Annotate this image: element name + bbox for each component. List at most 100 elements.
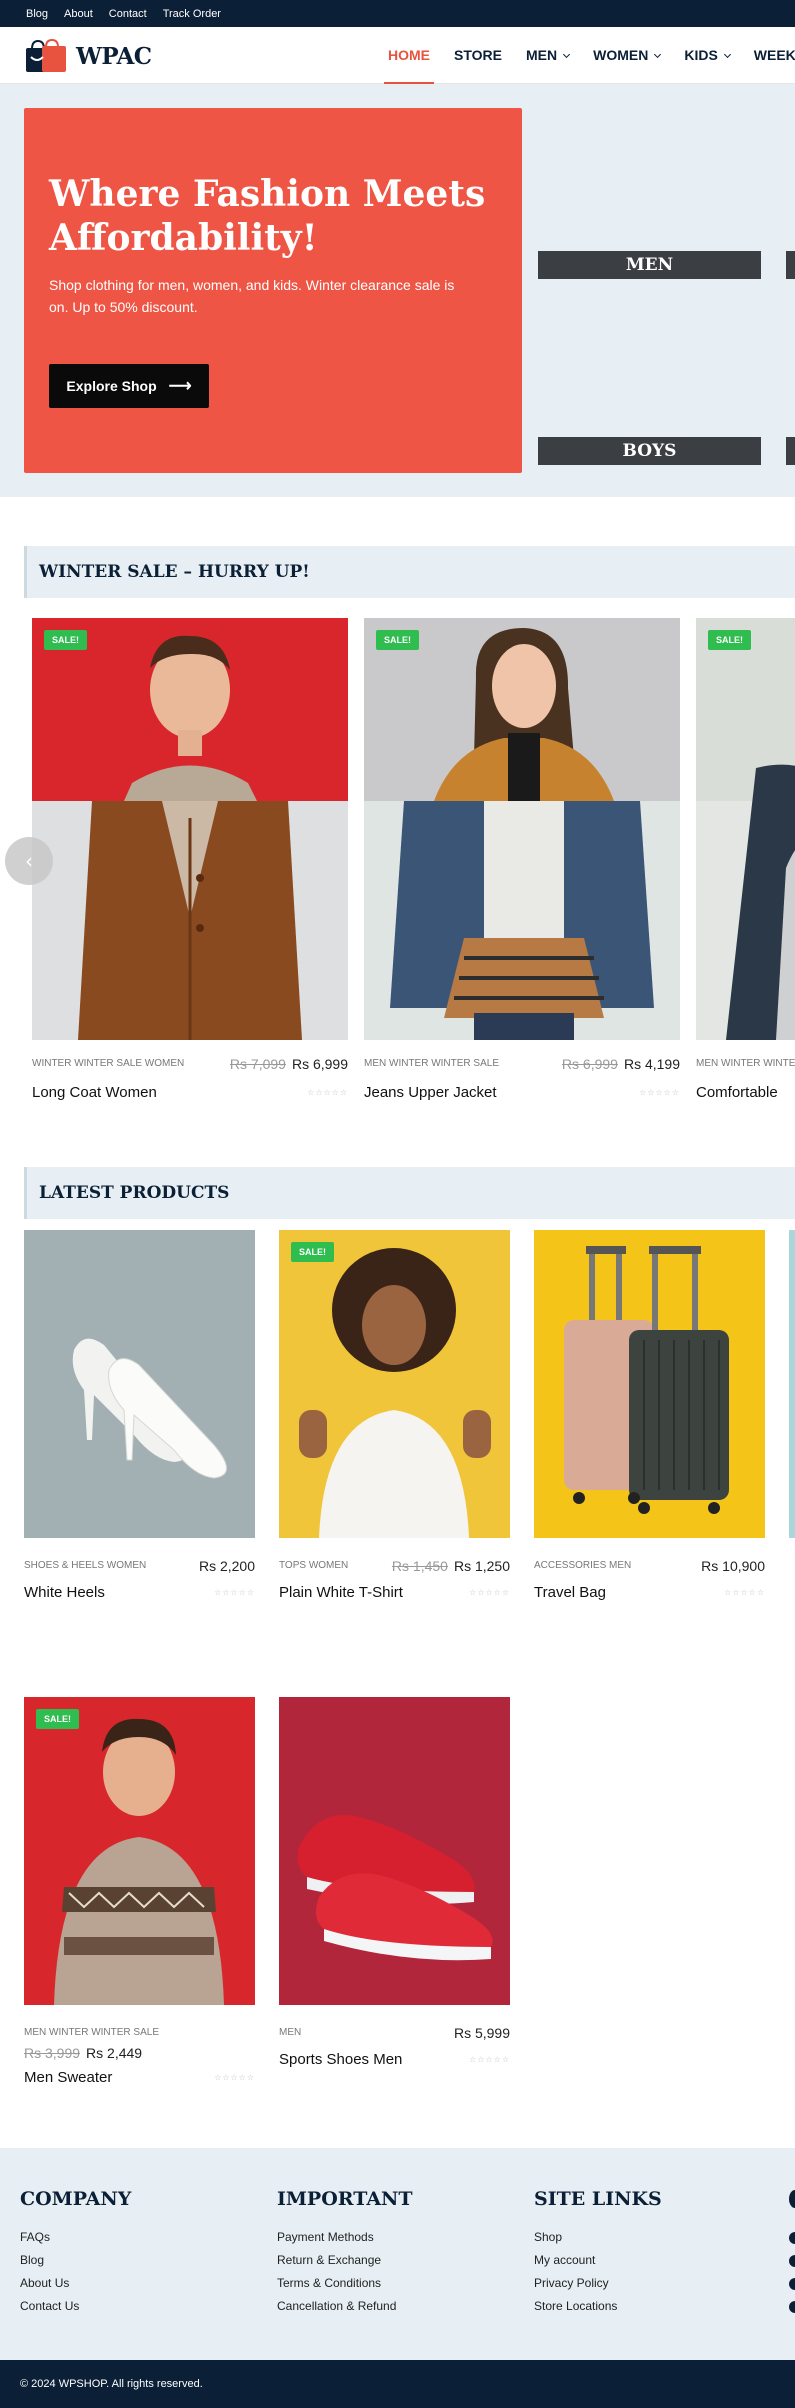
product-categories[interactable]: MEN [279, 2027, 301, 2038]
sale-badge: SALE! [44, 630, 87, 650]
current-price: Rs 2,200 [198, 1558, 255, 1574]
product-name[interactable]: Jeans Upper Jacket [364, 1084, 497, 1101]
nav-weekly[interactable]: WEEKLY S [754, 27, 795, 84]
shopping-bag-logo-icon [26, 39, 66, 72]
product-card[interactable]: SALE! MEN WINTER WINTER Comfortable [696, 618, 795, 1108]
footer-column-site-links: SITE LINKS Shop My account Privacy Polic… [534, 2188, 662, 2318]
product-name[interactable]: White Heels [24, 1584, 105, 1601]
product-categories[interactable]: SHOES & HEELS WOMEN [24, 1560, 146, 1571]
footer-column-important: IMPORTANT Payment Methods Return & Excha… [277, 2188, 413, 2318]
old-price: Rs 1,450 [391, 1558, 448, 1574]
product-image[interactable] [24, 1230, 255, 1538]
social-icon[interactable] [789, 2232, 795, 2244]
category-men[interactable]: MEN [538, 251, 761, 279]
topbar-link-blog[interactable]: Blog [26, 8, 48, 20]
product-categories[interactable]: MEN WINTER WINTER [696, 1058, 795, 1069]
old-price: Rs 3,999 [24, 2045, 81, 2061]
site-logo[interactable]: WPAC [24, 39, 152, 73]
product-image[interactable]: SALE! [279, 1230, 510, 1538]
product-name[interactable]: Plain White T-Shirt [279, 1584, 403, 1601]
product-card[interactable]: SHOES & HEELS WOMEN Rs 2,200 White Heels… [24, 1230, 255, 1610]
site-header: WPAC HOME STORE MEN WOMEN KIDS WEEKLY S [0, 27, 795, 84]
product-card[interactable]: ACCESSORIES MEN Rs 10,900 Travel Bag ☆☆☆… [534, 1230, 765, 1610]
category-edge-label[interactable] [786, 437, 795, 465]
product-card[interactable] [789, 1230, 795, 1650]
rating-stars: ☆☆☆☆☆ [214, 2073, 255, 2082]
product-card[interactable]: MEN Rs 5,999 Sports Shoes Men ☆☆☆☆☆ [279, 1697, 510, 2077]
nav-home[interactable]: HOME [384, 27, 434, 84]
nav-women-label: WOMEN [593, 47, 649, 63]
social-icon[interactable] [789, 2255, 795, 2267]
topbar-link-contact[interactable]: Contact [109, 8, 147, 20]
product-image[interactable]: SALE! [24, 1697, 255, 2005]
footer-link[interactable]: Payment Methods [277, 2226, 413, 2249]
latest-products-title: LATEST PRODUCTS [24, 1167, 795, 1219]
hero-section: Where Fashion Meets Affordability! Shop … [0, 84, 795, 497]
product-card[interactable]: SALE! WINTER WINTER SALE WOMEN Rs 7,099 R… [32, 618, 348, 1108]
product-card[interactable]: SALE! MEN WINTER WINTER SALE Rs 6,999 Rs … [364, 618, 680, 1108]
product-name[interactable]: Travel Bag [534, 1584, 606, 1601]
nav-women[interactable]: WOMEN [593, 27, 662, 84]
product-categories[interactable]: WINTER WINTER SALE WOMEN [32, 1058, 184, 1069]
product-card[interactable]: SALE! TOPS WOMEN Rs 1,450 Rs 1,250 Plain … [279, 1230, 510, 1610]
main-nav: HOME STORE MEN WOMEN KIDS WEEKLY S [384, 27, 795, 84]
hero-subtitle: Shop clothing for men, women, and kids. … [49, 277, 455, 315]
product-image[interactable] [789, 1230, 795, 1538]
nav-kids-label: KIDS [684, 47, 718, 63]
footer-link[interactable]: Cancellation & Refund [277, 2295, 413, 2318]
current-price: Rs 4,199 [623, 1056, 680, 1072]
footer-social-column [789, 2188, 795, 2348]
product-image[interactable] [279, 1697, 510, 2005]
footer-link[interactable]: Contact Us [20, 2295, 131, 2318]
explore-shop-button[interactable]: Explore Shop ⟶ [49, 364, 209, 408]
slider-prev-button[interactable]: ‹ [5, 837, 53, 885]
footer-link[interactable]: Terms & Conditions [277, 2272, 413, 2295]
product-price: Rs 5,999 [454, 2025, 510, 2041]
footer-link[interactable]: Blog [20, 2249, 131, 2272]
footer-column-company: COMPANY FAQs Blog About Us Contact Us [20, 2188, 131, 2318]
product-categories[interactable]: MEN WINTER WINTER SALE [24, 2027, 159, 2038]
product-categories[interactable]: ACCESSORIES MEN [534, 1560, 631, 1571]
social-icon[interactable] [789, 2301, 795, 2313]
winter-sale-title: WINTER SALE – HURRY UP! [24, 546, 795, 598]
footer-link[interactable]: My account [534, 2249, 662, 2272]
nav-weekly-label: WEEKLY S [753, 47, 795, 63]
product-name[interactable]: Sports Shoes Men [279, 2051, 402, 2068]
footer-link[interactable]: Return & Exchange [277, 2249, 413, 2272]
product-image[interactable] [534, 1230, 765, 1538]
product-name[interactable]: Long Coat Women [32, 1084, 157, 1101]
product-card[interactable]: SALE! MEN WINTER WINTER SALE Rs 3,999 Rs … [24, 1697, 255, 2086]
footer-link[interactable]: FAQs [20, 2226, 131, 2249]
nav-men[interactable]: MEN [526, 27, 571, 84]
product-categories[interactable]: MEN WINTER WINTER SALE [364, 1058, 499, 1069]
nav-store[interactable]: STORE [454, 27, 502, 84]
social-icon[interactable] [789, 2278, 795, 2290]
product-image[interactable]: SALE! [696, 618, 795, 1040]
jeans-jacket-image [364, 618, 680, 1040]
chevron-down-icon [563, 50, 571, 58]
footer-heading: COMPANY [20, 2188, 132, 2210]
product-name[interactable]: Men Sweater [24, 2069, 112, 2086]
site-footer: COMPANY FAQs Blog About Us Contact Us IM… [0, 2148, 795, 2360]
category-edge-label[interactable] [786, 251, 795, 279]
product-image[interactable]: SALE! [364, 618, 680, 1040]
product-name[interactable]: Comfortable [696, 1084, 778, 1101]
hero-title: Where Fashion Meets Affordability! [49, 173, 486, 259]
product-image[interactable]: SALE! [32, 618, 348, 1040]
top-bar: Blog About Contact Track Order [0, 0, 795, 27]
nav-store-label: STORE [454, 47, 502, 63]
footer-link[interactable]: Privacy Policy [534, 2272, 662, 2295]
topbar-link-about[interactable]: About [64, 8, 93, 20]
product-categories[interactable]: TOPS WOMEN [279, 1560, 348, 1571]
rating-stars: ☆☆☆☆☆ [469, 2055, 510, 2064]
footer-link[interactable]: About Us [20, 2272, 131, 2295]
category-boys[interactable]: BOYS [538, 437, 761, 465]
footer-link[interactable]: Store Locations [534, 2295, 662, 2318]
footer-link[interactable]: Shop [534, 2226, 662, 2249]
topbar-link-track-order[interactable]: Track Order [163, 8, 221, 20]
men-sweater-image [24, 1697, 255, 2005]
social-icon[interactable] [789, 2190, 795, 2208]
nav-kids[interactable]: KIDS [684, 27, 731, 84]
product-price: Rs 2,200 [199, 1558, 255, 1574]
chevron-down-icon [654, 50, 662, 58]
